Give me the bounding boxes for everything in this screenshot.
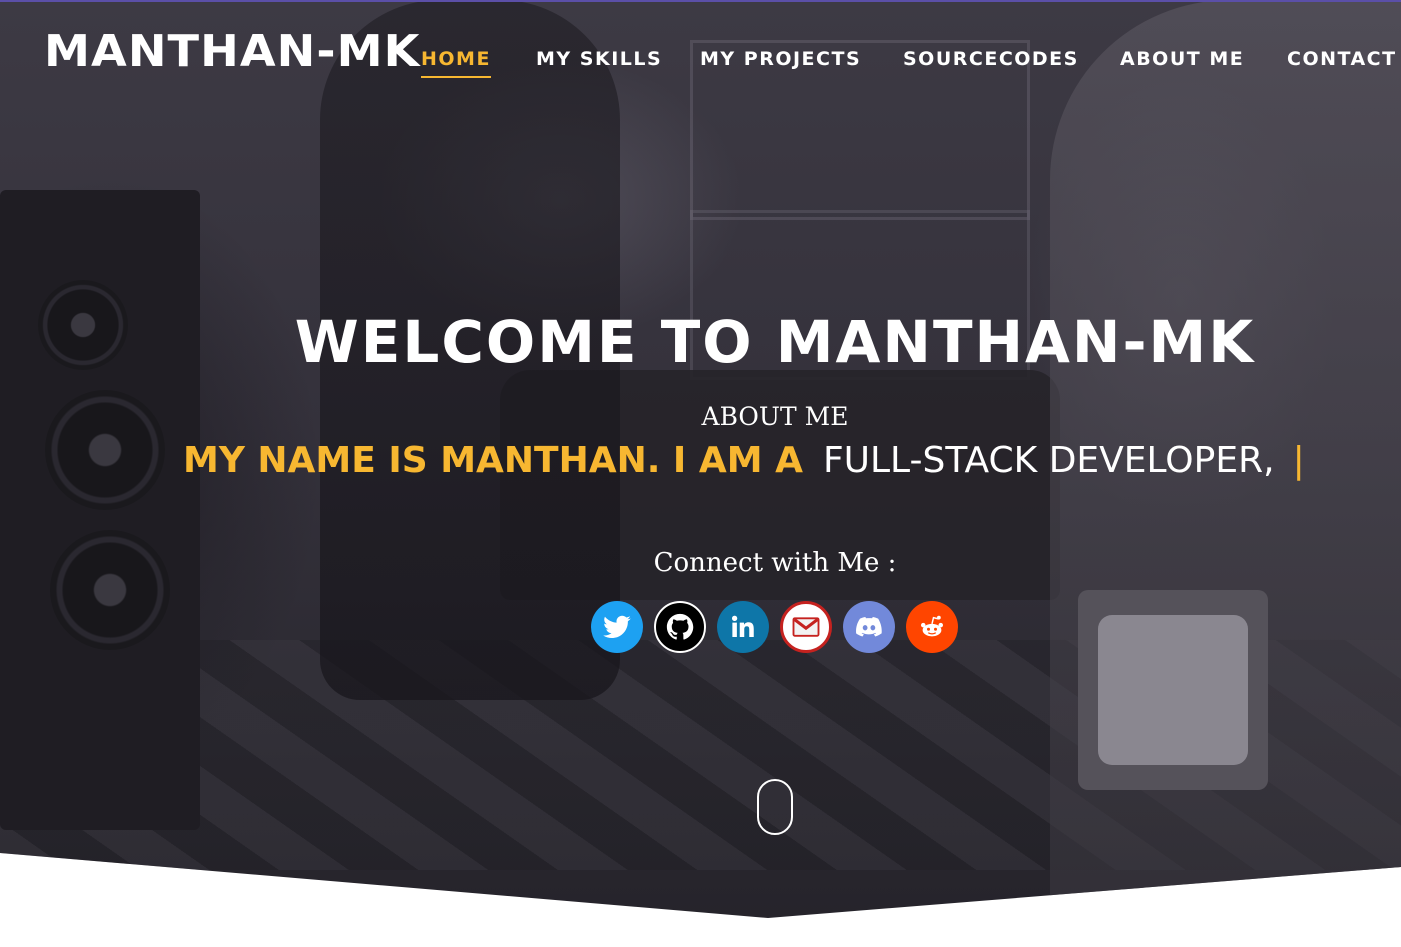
nav-item-contact[interactable]: CONTACT <box>1287 48 1397 76</box>
nav-item-my-projects[interactable]: MY PROJECTS <box>700 48 861 76</box>
nav-item-my-skills[interactable]: MY SKILLS <box>536 48 662 76</box>
tagline-static-text: MY NAME IS MANTHAN. I AM A <box>183 440 803 481</box>
site-logo[interactable]: MANTHAN-MK <box>44 26 420 77</box>
mail-icon <box>792 617 820 637</box>
hero-tagline: MY NAME IS MANTHAN. I AM A FULL-STACK DEV… <box>183 440 1305 481</box>
tagline-typed-text: FULL-STACK DEVELOPER, <box>822 440 1275 481</box>
twitter-link[interactable] <box>591 601 643 653</box>
linkedin-icon <box>732 615 754 637</box>
reddit-icon <box>921 615 943 637</box>
github-icon <box>666 613 694 640</box>
site-header: MANTHAN-MK HOME MY SKILLS MY PROJECTS SO… <box>0 0 1401 110</box>
linkedin-link[interactable] <box>717 601 769 653</box>
nav-item-home[interactable]: HOME <box>421 48 491 78</box>
nav-item-about-me[interactable]: ABOUT ME <box>1120 48 1244 76</box>
twitter-icon <box>603 615 631 638</box>
discord-icon <box>856 617 882 637</box>
nav-item-sourcecodes[interactable]: SOURCECODES <box>903 48 1079 76</box>
tv-screen-decoration <box>1098 615 1248 765</box>
typing-cursor: | <box>1292 440 1305 481</box>
discord-link[interactable] <box>843 601 895 653</box>
hero-section: MANTHAN-MK HOME MY SKILLS MY PROJECTS SO… <box>0 0 1401 947</box>
connect-label: Connect with Me : <box>653 548 897 578</box>
scroll-down-indicator[interactable] <box>757 779 793 835</box>
reddit-link[interactable] <box>906 601 958 653</box>
github-link[interactable] <box>654 601 706 653</box>
gmail-link[interactable] <box>780 601 832 653</box>
hero-title: WELCOME TO MANTHAN-MK <box>294 308 1256 376</box>
about-me-label: ABOUT ME <box>701 402 849 431</box>
